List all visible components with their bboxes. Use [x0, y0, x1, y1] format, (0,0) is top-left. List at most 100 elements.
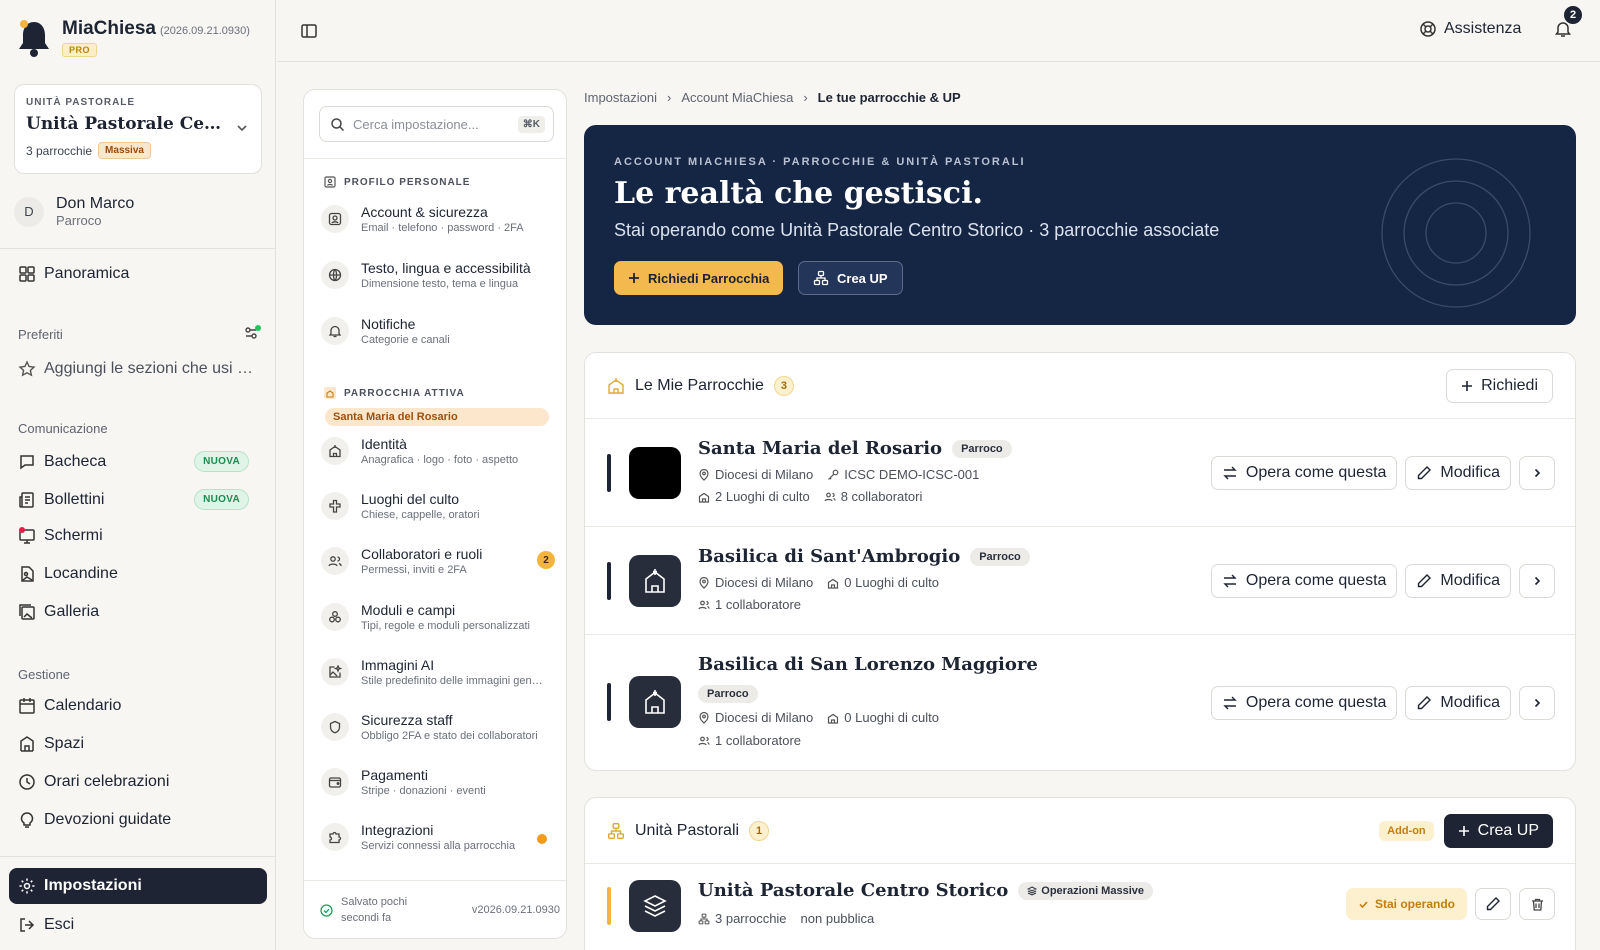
create-up-button[interactable]: Crea UP	[1443, 813, 1553, 848]
parish-row[interactable]: Basilica di Sant'Ambrogio Parroco Diocesi…	[585, 527, 1575, 635]
nav-orari[interactable]: Orari celebrazioni	[18, 773, 263, 791]
setting-subtitle: Stripe · donazioni · eventi	[361, 785, 486, 797]
plus-icon	[1458, 825, 1469, 836]
setting-ai-images[interactable]: Immagini AI Stile predefinito delle immag…	[321, 657, 561, 687]
unit-switcher[interactable]: UNITÀ PASTORALE Unità Pastorale Centro S…	[14, 84, 262, 174]
nav-bacheca[interactable]: Bacheca NUOVA	[18, 451, 263, 472]
unit-name: Unità Pastorale Centro Storico	[698, 880, 1009, 901]
setting-title: Notifiche	[361, 316, 416, 332]
setting-title: Account & sicurezza	[361, 204, 488, 220]
setting-collaborators[interactable]: Collaboratori e ruoli Permessi, inviti e …	[321, 546, 561, 576]
breadcrumb-item[interactable]: Account MiaChiesa	[681, 90, 793, 105]
create-up-button[interactable]: Crea UP	[798, 261, 903, 295]
parish-row[interactable]: Basilica di San Lorenzo Maggiore Parroco…	[585, 635, 1575, 770]
poster-icon	[21, 566, 34, 582]
setting-subtitle: Tipi, regole e moduli personalizzati	[361, 620, 530, 632]
pro-badge: PRO	[62, 43, 98, 57]
nav-devozioni[interactable]: Devozioni guidate	[18, 811, 263, 829]
mass-ops-label: Operazioni Massive	[1041, 884, 1144, 897]
setting-subtitle: Dimensione testo, tema e lingua	[361, 278, 519, 290]
cross-icon	[321, 492, 349, 520]
unit-row[interactable]: Unità Pastorale Centro Storico Operazion…	[585, 864, 1575, 950]
sidebar-toggle-icon[interactable]	[300, 22, 318, 40]
new-badge: NUOVA	[194, 451, 249, 472]
group-personal: PROFILO PERSONALE	[324, 176, 470, 188]
bell-icon	[321, 317, 349, 345]
setting-title: Luoghi del culto	[361, 491, 460, 507]
wallet-icon	[321, 768, 349, 796]
logout-icon	[20, 918, 35, 932]
chevron-right-icon	[1534, 576, 1541, 586]
nav-impostazioni[interactable]: Impostazioni	[9, 868, 267, 904]
nav-spazi[interactable]: Spazi	[18, 735, 263, 753]
operate-as-button[interactable]: Opera come questa	[1210, 564, 1398, 598]
building-icon	[20, 736, 34, 752]
setting-text-language[interactable]: Testo, lingua e accessibilità Dimensione …	[321, 260, 561, 290]
active-parish-pill: Santa Maria del Rosario	[325, 408, 549, 426]
nav-bollettini[interactable]: Bollettini NUOVA	[18, 489, 263, 510]
pencil-icon	[1418, 696, 1432, 710]
favorites-hint[interactable]: Aggiungi le sezioni che usi …	[18, 360, 263, 378]
setting-title: Identità	[361, 436, 407, 452]
open-button[interactable]	[1519, 686, 1555, 720]
setting-title: Pagamenti	[361, 767, 428, 783]
operate-as-button[interactable]: Opera come questa	[1210, 456, 1398, 490]
settings-panel: ⌘K PROFILO PERSONALE Account & sicurezza…	[303, 89, 567, 939]
open-button[interactable]	[1519, 456, 1555, 490]
search-input[interactable]	[353, 116, 510, 132]
setting-places[interactable]: Luoghi del culto Chiese, cappelle, orator…	[321, 491, 561, 521]
map-pin-icon	[699, 576, 709, 589]
request-button[interactable]: Richiedi	[1446, 368, 1553, 403]
parish-meta: Diocesi di Milano 0 Luoghi di culto	[698, 710, 939, 725]
setting-notifications[interactable]: Notifiche Categorie e canali	[321, 316, 561, 346]
nav-schermi[interactable]: Schermi	[18, 527, 263, 545]
create-up-label: Crea UP	[837, 270, 888, 286]
setting-payments[interactable]: Pagamenti Stripe · donazioni · eventi	[321, 767, 561, 797]
communication-title: Comunicazione	[18, 421, 108, 436]
delete-unit-button[interactable]	[1519, 888, 1555, 920]
setting-identity[interactable]: Identità Anagrafica · logo · foto · aspet…	[321, 436, 561, 466]
edit-button[interactable]: Modifica	[1405, 564, 1511, 598]
hero-banner: ACCOUNT MIACHIESA · PARROCCHIE & UNITÀ P…	[584, 125, 1576, 325]
breadcrumb-item[interactable]: Impostazioni	[584, 90, 657, 105]
open-button[interactable]	[1519, 564, 1555, 598]
brand[interactable]: MiaChiesa (2026.09.21.0930) PRO	[16, 18, 250, 58]
customize-favorites-icon[interactable]	[243, 325, 261, 341]
operate-as-button[interactable]: Opera come questa	[1210, 686, 1398, 720]
setting-account[interactable]: Account & sicurezza Email · telefono · pa…	[321, 204, 561, 234]
active-indicator	[607, 683, 611, 721]
setting-staff-security[interactable]: Sicurezza staff Obbligo 2FA e stato dei c…	[321, 712, 561, 742]
setting-title: Sicurezza staff	[361, 712, 453, 728]
notifications-button[interactable]: 2	[1554, 6, 1582, 44]
nav-calendario[interactable]: Calendario	[18, 697, 263, 715]
breadcrumb-current: Le tue parrocchie & UP	[817, 90, 961, 105]
edit-button[interactable]: Modifica	[1405, 456, 1511, 490]
parish-row[interactable]: Santa Maria del Rosario Parroco Diocesi d…	[585, 419, 1575, 527]
layers-icon	[1027, 885, 1038, 896]
help-button[interactable]: Assistenza	[1419, 20, 1521, 38]
pencil-icon	[1418, 466, 1432, 480]
edit-button[interactable]: Modifica	[1405, 686, 1511, 720]
setting-integrations[interactable]: Integrazioni Servizi connessi alla parroc…	[321, 822, 561, 852]
user-profile[interactable]: D Don Marco Parroco	[14, 195, 134, 228]
request-parish-button[interactable]: Richiedi Parrocchia	[614, 261, 784, 295]
edit-unit-button[interactable]	[1475, 888, 1511, 920]
clock-icon	[19, 774, 35, 790]
notification-count: 2	[1564, 6, 1582, 24]
key-icon	[828, 469, 839, 480]
settings-search[interactable]: ⌘K	[319, 106, 554, 142]
lightbulb-icon	[20, 812, 34, 828]
nav-orari-label: Orari celebrazioni	[44, 773, 170, 790]
nav-locandine[interactable]: Locandine	[18, 565, 263, 583]
parish-name-line: Basilica di Sant'Ambrogio Parroco	[698, 546, 1030, 567]
breadcrumb: Impostazioni › Account MiaChiesa › Le tue …	[584, 90, 961, 105]
nav-esci[interactable]: Esci	[18, 916, 263, 934]
monitor-icon	[19, 527, 35, 544]
nav-galleria[interactable]: Galleria	[18, 603, 263, 621]
search-icon	[331, 117, 345, 131]
setting-modules[interactable]: Moduli e campi Tipi, regole e moduli pers…	[321, 602, 561, 632]
nav-overview[interactable]: Panoramica	[18, 265, 263, 283]
gear-icon	[19, 878, 35, 894]
church-placeholder-icon	[629, 676, 681, 728]
request-label: Richiedi	[1481, 376, 1538, 394]
